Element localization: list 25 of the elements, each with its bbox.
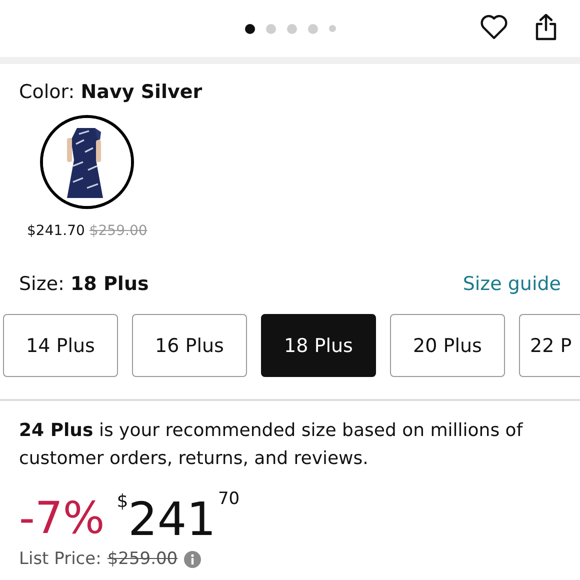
size-guide-link[interactable]: Size guide — [462, 273, 561, 295]
carousel-dot[interactable] — [286, 24, 296, 34]
recommendation-text: 24 Plus is your recommended size based on millions of customer orders, returns, and reviews. — [19, 419, 524, 471]
price-fraction: 70 — [218, 489, 240, 509]
list-price-label: List Price: — [19, 549, 102, 569]
size-option[interactable]: 18 Plus — [261, 314, 376, 377]
size-option[interactable]: 20 Plus — [390, 314, 505, 377]
carousel-dot[interactable] — [328, 25, 336, 32]
currency-symbol: $ — [116, 491, 128, 512]
carousel-dot[interactable] — [266, 24, 276, 34]
size-option[interactable]: 14 Plus — [3, 314, 118, 377]
swatch-price: $241.70 — [27, 223, 85, 239]
carousel-dot[interactable] — [308, 24, 318, 34]
size-label: Size: 18 Plus — [19, 273, 149, 295]
list-price: $259.00 — [107, 549, 178, 569]
carousel-dot[interactable] — [244, 24, 254, 34]
size-option[interactable]: 22 P — [519, 314, 580, 377]
color-label: Color: Navy Silver — [19, 81, 204, 103]
share-icon[interactable] — [534, 13, 558, 41]
info-icon[interactable] — [184, 550, 201, 568]
discount-percent: -7% — [19, 493, 105, 545]
heart-icon[interactable] — [480, 14, 508, 40]
swatch-list-price: $259.00 — [89, 223, 148, 239]
price-whole: 241 — [128, 493, 216, 545]
size-option[interactable]: 16 Plus — [132, 314, 247, 377]
